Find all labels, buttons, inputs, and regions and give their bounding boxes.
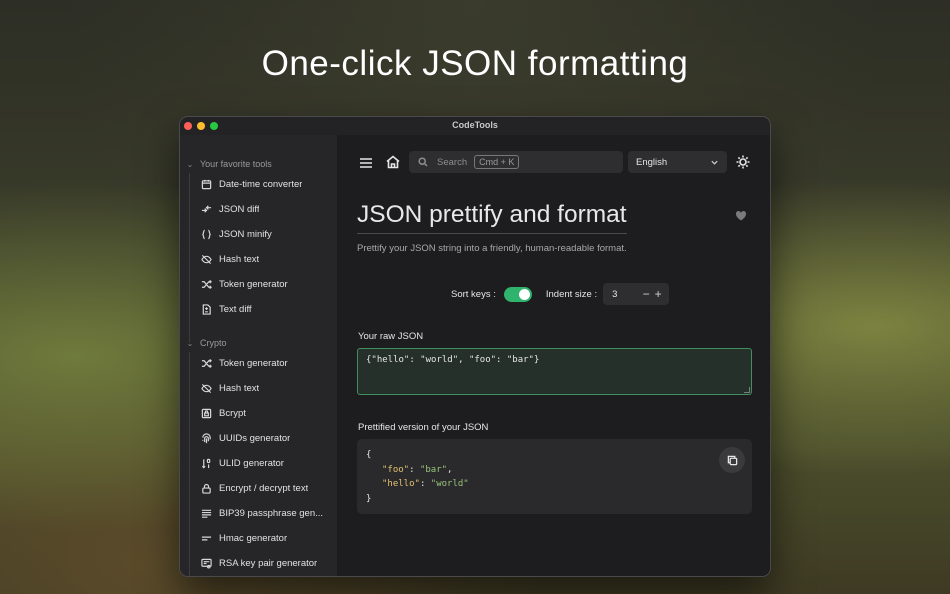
- app-window: CodeTools ⌄ Your favorite tools Date-tim…: [179, 116, 771, 577]
- sidebar-item-label: RSA key pair generator: [219, 557, 318, 569]
- copy-icon: [727, 455, 737, 465]
- sidebar-item-label: Token generator: [219, 357, 288, 369]
- sidebar-item-token-generator[interactable]: Token generator: [201, 274, 331, 294]
- headline: One-click JSON formatting: [261, 44, 689, 83]
- main-content: Search Cmd + K English JSON prettify and…: [337, 135, 770, 576]
- search-icon: [418, 157, 428, 167]
- sidebar-item-rsa-key-pair-generator[interactable]: RSA key pair generator: [201, 553, 331, 573]
- braces-icon: [201, 229, 219, 240]
- sort-keys-toggle[interactable]: [503, 286, 532, 302]
- sidebar-group-crypto[interactable]: ⌄ Crypto: [180, 336, 227, 350]
- shuffle-icon: [201, 358, 219, 369]
- fingerprint-icon: [201, 432, 219, 444]
- sidebar-group-title: Crypto: [200, 338, 227, 348]
- sidebar-item-hmac-generator[interactable]: Hmac generator: [201, 528, 331, 548]
- decrement-button[interactable]: −: [640, 287, 652, 301]
- options-row: Sort keys : Indent size : 3 − +: [451, 283, 670, 305]
- sidebar-item-label: Hash text: [219, 382, 260, 394]
- json-comma: ,: [447, 464, 453, 475]
- sidebar-item-json-diff[interactable]: JSON diff: [201, 199, 331, 219]
- sun-icon[interactable]: [735, 154, 751, 170]
- language-select[interactable]: English: [628, 151, 727, 173]
- copy-button[interactable]: [719, 447, 745, 473]
- home-icon[interactable]: [385, 154, 401, 170]
- title-bar: CodeTools: [180, 117, 770, 135]
- json-key: "foo": [382, 464, 410, 475]
- raw-json-textarea[interactable]: {"hello": "world", "foo": "bar"}: [357, 348, 752, 395]
- json-key: "hello": [382, 479, 420, 490]
- json-value: "bar": [419, 464, 448, 475]
- menu-icon[interactable]: [358, 155, 374, 171]
- page-subtitle: Prettify your JSON string into a friendl…: [357, 243, 627, 254]
- indent-size-value[interactable]: 3: [612, 289, 640, 300]
- json-separator: :: [419, 479, 431, 490]
- diff-arrows-icon: [201, 204, 219, 215]
- indent-size-stepper[interactable]: 3 − +: [603, 283, 670, 305]
- lock-icon: [201, 483, 219, 494]
- sidebar-item-uuids-generator[interactable]: UUIDs generator: [201, 428, 331, 448]
- sidebar-item-label: BIP39 passphrase gen...: [219, 507, 324, 519]
- indent-size-label: Indent size :: [545, 288, 598, 300]
- calendar-icon: [201, 179, 219, 190]
- sidebar-item-label: JSON minify: [219, 228, 272, 240]
- sidebar-item-label: Text diff: [219, 303, 252, 315]
- page-title: JSON prettify and format: [357, 201, 627, 234]
- sidebar-item-label: UUIDs generator: [219, 432, 291, 444]
- window-title: CodeTools: [452, 120, 498, 130]
- sidebar-item-hash-text[interactable]: Hash text: [201, 378, 331, 398]
- sidebar-item-encrypt-decrypt-text[interactable]: Encrypt / decrypt text: [201, 478, 331, 498]
- sidebar-item-hash-text[interactable]: Hash text: [201, 249, 331, 269]
- sort-numeric-icon: [201, 458, 219, 469]
- sidebar-item-ulid-generator[interactable]: ULID generator: [201, 453, 331, 473]
- sidebar-item-date-time-converter[interactable]: Date-time converter: [201, 174, 331, 194]
- chevron-down-icon: [711, 160, 718, 165]
- prettified-json-output: { "foo": "bar", "hello": "world" }: [357, 439, 752, 514]
- lock-box-icon: [201, 408, 219, 419]
- increment-button[interactable]: +: [652, 287, 664, 301]
- search-placeholder: Search: [437, 156, 468, 168]
- sidebar-item-label: Bcrypt: [219, 407, 246, 419]
- sidebar-item-label: JSON diff: [219, 203, 260, 215]
- sidebar-item-label: Token generator: [219, 278, 288, 290]
- json-open-brace: {: [366, 450, 372, 460]
- json-close-brace: }: [366, 493, 372, 504]
- resize-handle[interactable]: [744, 387, 750, 393]
- chevron-down-icon: ⌄: [186, 159, 194, 169]
- prettified-json-label: Prettified version of your JSON: [358, 422, 489, 433]
- sidebar-group-title: Your favorite tools: [200, 159, 272, 169]
- sidebar-item-text-diff[interactable]: Text diff: [201, 299, 331, 319]
- sidebar-item-label: ULID generator: [219, 457, 284, 469]
- sidebar-item-json-minify[interactable]: JSON minify: [201, 224, 331, 244]
- raw-json-label: Your raw JSON: [358, 331, 424, 342]
- sidebar-item-label: Date-time converter: [219, 178, 303, 190]
- group-divider: [189, 173, 190, 343]
- align-left-icon: [201, 508, 219, 519]
- json-value: "world": [430, 479, 469, 490]
- language-value: English: [636, 156, 668, 168]
- group-divider: [189, 352, 190, 576]
- json-line: "foo": "bar",: [366, 463, 743, 478]
- favorite-heart-icon[interactable]: [735, 209, 747, 221]
- sidebar-group-favorites[interactable]: ⌄ Your favorite tools: [180, 157, 272, 171]
- chevron-down-icon: ⌄: [186, 338, 194, 348]
- sidebar-item-label: Encrypt / decrypt text: [219, 482, 309, 494]
- shuffle-icon: [201, 279, 219, 290]
- certificate-icon: [201, 558, 219, 569]
- eye-slash-icon: [201, 254, 219, 265]
- sidebar-item-token-generator[interactable]: Token generator: [201, 353, 331, 373]
- short-text-icon: [201, 533, 219, 544]
- search-shortcut-badge: Cmd + K: [474, 155, 520, 169]
- sort-keys-label: Sort keys :: [451, 288, 496, 300]
- sidebar-item-label: Hash text: [219, 253, 260, 265]
- json-line: "hello": "world": [366, 477, 743, 492]
- sidebar-item-label: Hmac generator: [219, 532, 288, 544]
- file-diff-icon: [201, 303, 219, 315]
- json-separator: :: [409, 464, 420, 475]
- raw-json-value: {"hello": "world", "foo": "bar"}: [366, 355, 540, 365]
- search-input[interactable]: Search Cmd + K: [409, 151, 623, 173]
- sidebar-item-bip39-passphrase-generator[interactable]: BIP39 passphrase gen...: [201, 503, 331, 523]
- sidebar: ⌄ Your favorite tools Date-time converte…: [180, 135, 337, 576]
- eye-slash-icon: [201, 383, 219, 394]
- sidebar-item-bcrypt[interactable]: Bcrypt: [201, 403, 331, 423]
